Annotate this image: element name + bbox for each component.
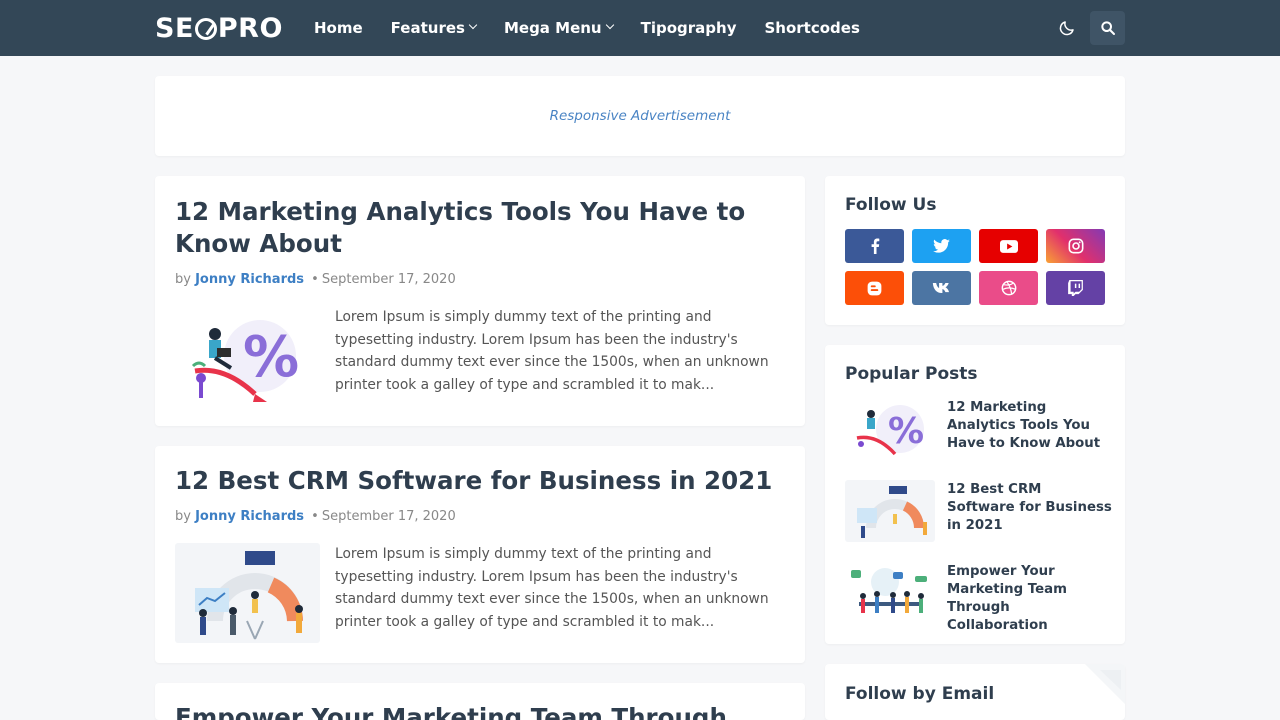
twitch-button[interactable] bbox=[1046, 271, 1105, 305]
main-nav: Home Features Mega Menu Tipography Short… bbox=[300, 0, 874, 56]
meta-separator: • bbox=[311, 272, 319, 287]
post-title[interactable]: 12 Best CRM Software for Business in 202… bbox=[175, 465, 785, 497]
ad-label: Responsive Advertisement bbox=[549, 108, 731, 124]
post-card: 12 Best CRM Software for Business in 202… bbox=[155, 446, 805, 663]
nav-features-label: Features bbox=[390, 19, 465, 37]
svg-text:%: % bbox=[888, 411, 924, 452]
advertisement-box: Responsive Advertisement bbox=[155, 76, 1125, 156]
dribbble-button[interactable] bbox=[979, 271, 1038, 305]
follow-us-widget: Follow Us bbox=[825, 176, 1125, 325]
blogger-icon bbox=[867, 281, 882, 295]
nav-mega-menu[interactable]: Mega Menu bbox=[503, 19, 614, 37]
post-date: September 17, 2020 bbox=[321, 509, 456, 524]
popular-post-title[interactable]: 12 Marketing Analytics Tools You Have to… bbox=[947, 399, 1112, 453]
post-excerpt: Lorem Ipsum is simply dummy text of the … bbox=[335, 546, 769, 630]
widget-title: Popular Posts bbox=[845, 364, 978, 384]
search-icon bbox=[1100, 21, 1115, 35]
post-meta: by Jonny Richards • September 17, 2020 bbox=[175, 272, 456, 287]
post-card: Empower Your Marketing Team Through bbox=[155, 683, 805, 720]
post-excerpt: Lorem Ipsum is simply dummy text of the … bbox=[335, 309, 769, 393]
nav-mega-menu-label: Mega Menu bbox=[503, 19, 602, 37]
widget-title: Follow by Email bbox=[845, 684, 995, 704]
nav-home-label: Home bbox=[314, 19, 363, 37]
popular-post-thumbnail[interactable] bbox=[845, 562, 935, 624]
popular-post-thumbnail[interactable]: % bbox=[845, 398, 935, 460]
follow-by-email-widget: Follow by Email bbox=[825, 664, 1125, 720]
post-title[interactable]: Empower Your Marketing Team Through bbox=[175, 702, 785, 720]
twitch-icon bbox=[1068, 280, 1083, 296]
youtube-button[interactable] bbox=[979, 229, 1038, 263]
youtube-icon bbox=[999, 239, 1018, 253]
meta-separator: • bbox=[311, 509, 319, 524]
logo-text-left: SE bbox=[155, 12, 194, 44]
post-author-link[interactable]: Jonny Richards bbox=[195, 272, 304, 287]
decorative-envelope-icon bbox=[1085, 664, 1125, 704]
nav-home[interactable]: Home bbox=[314, 19, 363, 37]
nav-tipography[interactable]: Tipography bbox=[641, 19, 737, 37]
post-date: September 17, 2020 bbox=[321, 272, 456, 287]
dribbble-icon bbox=[1001, 280, 1016, 296]
post-author-link[interactable]: Jonny Richards bbox=[195, 509, 304, 524]
nav-shortcodes-label: Shortcodes bbox=[764, 19, 860, 37]
post-meta: by Jonny Richards • September 17, 2020 bbox=[175, 509, 456, 524]
nav-shortcodes[interactable]: Shortcodes bbox=[764, 19, 859, 37]
post-card: 12 Marketing Analytics Tools You Have to… bbox=[155, 176, 805, 426]
post-title[interactable]: 12 Marketing Analytics Tools You Have to… bbox=[175, 196, 785, 260]
site-header: SE PRO Home Features Mega Menu Tipography… bbox=[0, 0, 1280, 56]
meta-by: by bbox=[175, 272, 191, 287]
instagram-button[interactable] bbox=[1046, 229, 1105, 263]
facebook-icon bbox=[871, 238, 879, 254]
meta-by: by bbox=[175, 509, 191, 524]
facebook-button[interactable] bbox=[845, 229, 904, 263]
vk-button[interactable] bbox=[912, 271, 971, 305]
svg-text:%: % bbox=[243, 325, 299, 390]
vk-icon bbox=[932, 283, 949, 293]
chevron-down-icon bbox=[605, 20, 614, 30]
logo-text-right: PRO bbox=[217, 12, 283, 44]
site-logo[interactable]: SE PRO bbox=[155, 12, 283, 44]
popular-post-thumbnail[interactable] bbox=[845, 480, 935, 542]
post-thumbnail[interactable] bbox=[175, 543, 320, 643]
post-thumbnail[interactable]: % bbox=[175, 306, 320, 406]
logo-mark-icon bbox=[194, 18, 217, 40]
instagram-icon bbox=[1068, 238, 1083, 254]
nav-tipography-label: Tipography bbox=[640, 19, 737, 37]
twitter-icon bbox=[933, 239, 950, 253]
search-button[interactable] bbox=[1090, 11, 1125, 45]
popular-post-title[interactable]: Empower Your Marketing Team Through Coll… bbox=[947, 563, 1112, 635]
chevron-down-icon bbox=[468, 20, 478, 30]
widget-title: Follow Us bbox=[845, 195, 937, 215]
popular-posts-widget: Popular Posts % 12 Marketing Analytics T… bbox=[825, 345, 1125, 644]
popular-post-title[interactable]: 12 Best CRM Software for Business in 202… bbox=[947, 481, 1112, 535]
nav-features[interactable]: Features bbox=[390, 19, 478, 37]
blogger-button[interactable] bbox=[845, 271, 904, 305]
twitter-button[interactable] bbox=[912, 229, 971, 263]
moon-icon[interactable] bbox=[1058, 19, 1076, 37]
